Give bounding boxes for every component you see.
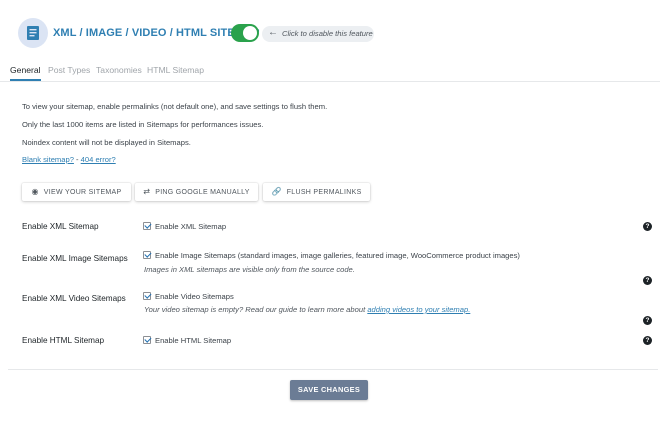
video-sitemap-checkbox[interactable] bbox=[143, 292, 151, 300]
toggle-hint: ← Click to disable this feature bbox=[262, 26, 374, 42]
footer-divider bbox=[8, 369, 658, 370]
video-sitemap-label: Enable XML Video Sitemaps bbox=[22, 294, 126, 303]
html-sitemap-help-icon[interactable]: ? bbox=[643, 336, 652, 345]
page-title: XML / IMAGE / VIDEO / HTML SITEMAP bbox=[53, 27, 260, 39]
xml-sitemap-checkbox[interactable] bbox=[143, 222, 151, 230]
eye-icon: ◉ bbox=[31, 187, 39, 196]
video-sitemap-help-icon[interactable]: ? bbox=[643, 316, 652, 325]
feature-toggle[interactable] bbox=[231, 24, 259, 42]
toggle-hint-text: Click to disable this feature bbox=[282, 29, 373, 38]
xml-sitemap-label: Enable XML Sitemap bbox=[22, 222, 99, 231]
image-sitemap-checkbox-label[interactable]: Enable Image Sitemaps (standard images, … bbox=[155, 251, 520, 260]
flush-permalinks-button[interactable]: 🔗 FLUSH PERMALINKS bbox=[263, 183, 370, 201]
video-sitemap-description: Your video sitemap is empty? Read our gu… bbox=[144, 305, 470, 314]
image-sitemap-help-icon[interactable]: ? bbox=[643, 276, 652, 285]
html-sitemap-label: Enable HTML Sitemap bbox=[22, 336, 105, 345]
tab-post-types[interactable]: Post Types bbox=[48, 64, 90, 81]
ping-google-label: PING GOOGLE MANUALLY bbox=[155, 189, 250, 196]
html-sitemap-checkbox[interactable] bbox=[143, 336, 151, 344]
view-sitemap-label: VIEW YOUR SITEMAP bbox=[43, 189, 122, 196]
share-icon: ⇄ bbox=[143, 187, 151, 196]
video-sitemap-checkbox-label[interactable]: Enable Video Sitemaps bbox=[155, 292, 234, 301]
page-header: XML / IMAGE / VIDEO / HTML SITEMAP ← Cli… bbox=[0, 0, 660, 66]
view-sitemap-button[interactable]: ◉ VIEW YOUR SITEMAP bbox=[22, 183, 131, 201]
link-separator: - bbox=[73, 155, 81, 164]
settings-tabs: General Post Types Taxonomies HTML Sitem… bbox=[0, 64, 660, 82]
404-error-link[interactable]: 404 error? bbox=[81, 155, 116, 164]
save-changes-button[interactable]: SAVE CHANGES bbox=[290, 380, 368, 400]
tab-html-sitemap[interactable]: HTML Sitemap bbox=[147, 64, 204, 81]
tab-general[interactable]: General bbox=[10, 64, 41, 81]
info-noindex: Noindex content will not be displayed in… bbox=[22, 138, 191, 147]
toggle-knob bbox=[243, 26, 257, 40]
ping-google-button[interactable]: ⇄ PING GOOGLE MANUALLY bbox=[135, 183, 258, 201]
blank-sitemap-link[interactable]: Blank sitemap? bbox=[22, 155, 74, 164]
html-sitemap-checkbox-label[interactable]: Enable HTML Sitemap bbox=[155, 336, 231, 345]
sitemap-document-icon bbox=[27, 26, 39, 40]
image-sitemap-label: Enable XML Image Sitemaps bbox=[22, 254, 128, 263]
xml-sitemap-help-icon[interactable]: ? bbox=[643, 222, 652, 231]
link-icon: 🔗 bbox=[271, 187, 282, 196]
adding-videos-link[interactable]: adding videos to your sitemap. bbox=[367, 305, 470, 314]
image-sitemap-checkbox[interactable] bbox=[143, 251, 151, 259]
arrow-left-icon: ← bbox=[268, 27, 278, 38]
xml-sitemap-checkbox-label[interactable]: Enable XML Sitemap bbox=[155, 222, 226, 231]
info-permalinks: To view your sitemap, enable permalinks … bbox=[22, 102, 328, 111]
flush-permalinks-label: FLUSH PERMALINKS bbox=[286, 189, 362, 196]
video-sitemap-description-text: Your video sitemap is empty? Read our gu… bbox=[144, 305, 368, 314]
image-sitemap-description: Images in XML sitemaps are visible only … bbox=[144, 265, 355, 274]
sitemap-logo bbox=[18, 18, 48, 48]
info-limit: Only the last 1000 items are listed in S… bbox=[22, 120, 264, 129]
help-links: Blank sitemap? - 404 error? bbox=[22, 155, 116, 164]
tab-taxonomies[interactable]: Taxonomies bbox=[96, 64, 142, 81]
